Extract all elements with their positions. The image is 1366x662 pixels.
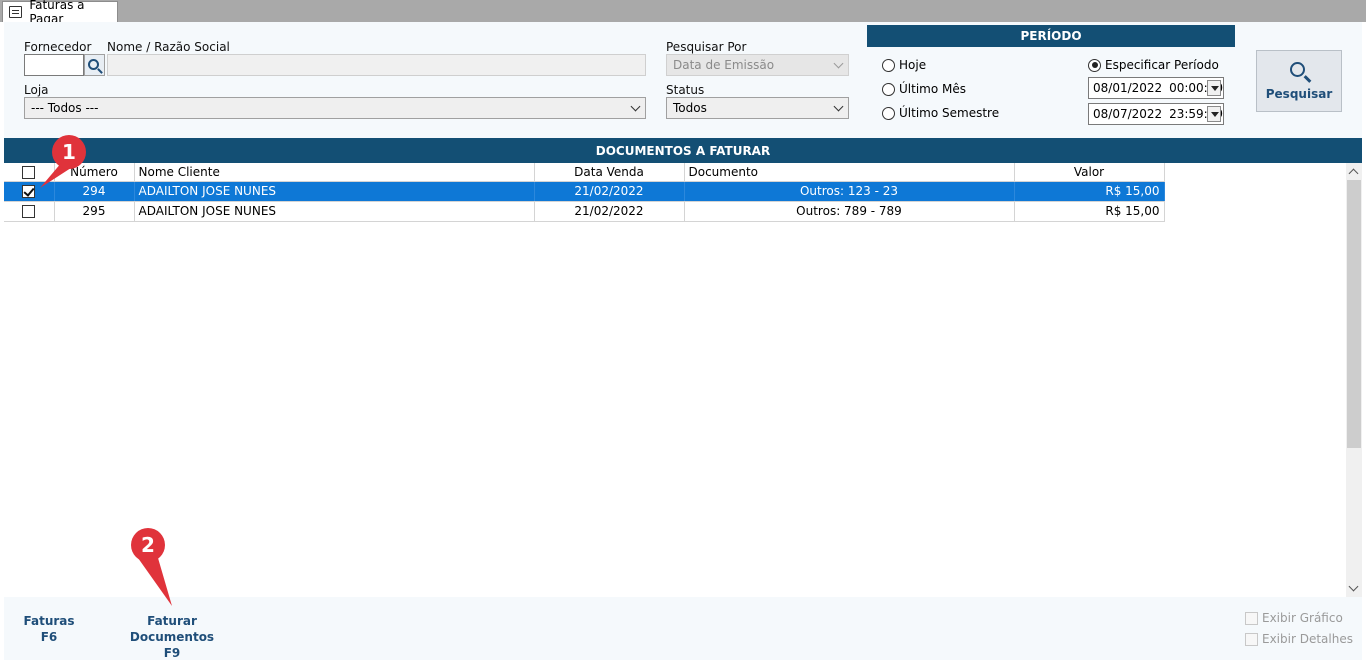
cell-data: 21/02/2022 xyxy=(534,201,685,222)
select-all-checkbox[interactable] xyxy=(22,165,36,179)
status-select-value: Todos xyxy=(673,101,707,115)
radio-especificar-periodo[interactable]: Especificar Período xyxy=(1088,58,1219,72)
chevron-down-icon xyxy=(833,101,844,112)
grid-title: DOCUMENTOS A FATURAR xyxy=(4,138,1362,163)
radio-ultimo-mes-label: Último Mês xyxy=(899,82,966,96)
calendar-dropdown-icon[interactable] xyxy=(1207,80,1221,96)
col-documento[interactable]: Documento xyxy=(684,163,1015,182)
pesquisar-por-value: Data de Emissão xyxy=(673,58,775,72)
end-date: 08/07/2022 xyxy=(1093,107,1163,121)
razao-social-input[interactable] xyxy=(107,54,646,76)
scroll-down-icon[interactable] xyxy=(1348,581,1359,592)
start-date: 08/01/2022 xyxy=(1093,81,1163,95)
magnifier-icon xyxy=(1289,61,1305,77)
faturas-shortcut: F6 xyxy=(40,630,58,644)
radio-circle xyxy=(882,58,895,72)
start-date-picker[interactable]: 08/01/2022 00:00:00 xyxy=(1088,77,1224,99)
pesquisar-por-label: Pesquisar Por xyxy=(666,40,747,54)
loja-select-value: --- Todos --- xyxy=(31,101,99,115)
end-date-picker[interactable]: 08/07/2022 23:59:59 xyxy=(1088,103,1224,125)
col-valor[interactable]: Valor xyxy=(1014,163,1165,182)
row-checkbox[interactable] xyxy=(22,185,36,198)
scroll-up-icon[interactable] xyxy=(1348,168,1359,179)
faturas-button[interactable]: Faturas F6 xyxy=(22,613,76,645)
scrollbar-thumb[interactable] xyxy=(1347,180,1361,448)
documents-grid: Número Nome Cliente Data Venda Documento… xyxy=(4,163,1346,597)
fornecedor-input[interactable] xyxy=(24,54,84,76)
grid-scrollbar[interactable] xyxy=(1346,163,1362,597)
cell-cliente: ADAILTON JOSE NUNES xyxy=(134,201,535,222)
col-nome-cliente[interactable]: Nome Cliente xyxy=(134,163,535,182)
cell-valor: R$ 15,00 xyxy=(1014,181,1165,202)
fornecedor-search-button[interactable] xyxy=(84,54,105,76)
pesquisar-por-select[interactable]: Data de Emissão xyxy=(666,54,849,76)
cell-cliente: ADAILTON JOSE NUNES xyxy=(134,181,535,202)
magnifier-icon xyxy=(88,58,99,70)
chevron-down-icon xyxy=(630,101,641,112)
exibir-detalhes-label: Exibir Detalhes xyxy=(1262,632,1353,646)
radio-ultimo-mes[interactable]: Último Mês xyxy=(882,82,966,96)
exibir-grafico-checkbox[interactable] xyxy=(1245,611,1258,625)
cell-documento: Outros: 123 - 23 xyxy=(684,181,1015,202)
faturar-shortcut: F9 xyxy=(163,646,181,660)
radio-hoje[interactable]: Hoje xyxy=(882,58,926,72)
document-icon xyxy=(9,6,23,18)
radio-ultimo-semestre[interactable]: Último Semestre xyxy=(882,106,999,120)
razao-social-label: Nome / Razão Social xyxy=(107,40,230,54)
exibir-detalhes-option[interactable]: Exibir Detalhes xyxy=(1245,632,1353,646)
callout-marker-1: 1 xyxy=(52,135,86,169)
pesquisar-button[interactable]: Pesquisar xyxy=(1256,50,1342,112)
periodo-header: PERÍODO xyxy=(867,25,1235,47)
cell-valor: R$ 15,00 xyxy=(1014,201,1165,222)
cell-data: 21/02/2022 xyxy=(534,181,685,202)
radio-ultimo-semestre-label: Último Semestre xyxy=(899,106,1000,120)
status-select[interactable]: Todos xyxy=(666,97,849,119)
radio-circle xyxy=(882,82,895,96)
exibir-grafico-label: Exibir Gráfico xyxy=(1262,611,1343,625)
cell-numero: 295 xyxy=(54,201,135,222)
chevron-down-icon xyxy=(833,58,844,69)
tab-strip xyxy=(0,0,1366,22)
radio-circle xyxy=(882,106,895,120)
faturas-button-label: Faturas xyxy=(23,614,75,628)
radio-circle-selected xyxy=(1088,58,1101,72)
radio-hoje-label: Hoje xyxy=(899,58,927,72)
faturar-documentos-button[interactable]: Faturar Documentos F9 xyxy=(104,613,240,661)
exibir-detalhes-checkbox[interactable] xyxy=(1245,632,1258,646)
status-label: Status xyxy=(666,83,705,97)
radio-especificar-label: Especificar Período xyxy=(1105,58,1219,72)
table-row[interactable]: 294 ADAILTON JOSE NUNES 21/02/2022 Outro… xyxy=(4,181,1165,202)
pesquisar-button-label: Pesquisar xyxy=(1265,86,1333,101)
table-row[interactable]: 295 ADAILTON JOSE NUNES 21/02/2022 Outro… xyxy=(4,201,1165,222)
exibir-grafico-option[interactable]: Exibir Gráfico xyxy=(1245,611,1343,625)
col-data-venda[interactable]: Data Venda xyxy=(534,163,685,182)
cell-documento: Outros: 789 - 789 xyxy=(684,201,1015,222)
callout-marker-2: 2 xyxy=(131,528,165,562)
faturar-button-label: Faturar Documentos xyxy=(129,614,215,644)
loja-select[interactable]: --- Todos --- xyxy=(24,97,646,119)
calendar-dropdown-icon[interactable] xyxy=(1207,106,1221,122)
fornecedor-label: Fornecedor xyxy=(24,40,92,54)
row-checkbox[interactable] xyxy=(22,205,36,218)
loja-label: Loja xyxy=(24,83,49,97)
tab-faturas-a-pagar[interactable]: Faturas a Pagar xyxy=(2,0,118,26)
